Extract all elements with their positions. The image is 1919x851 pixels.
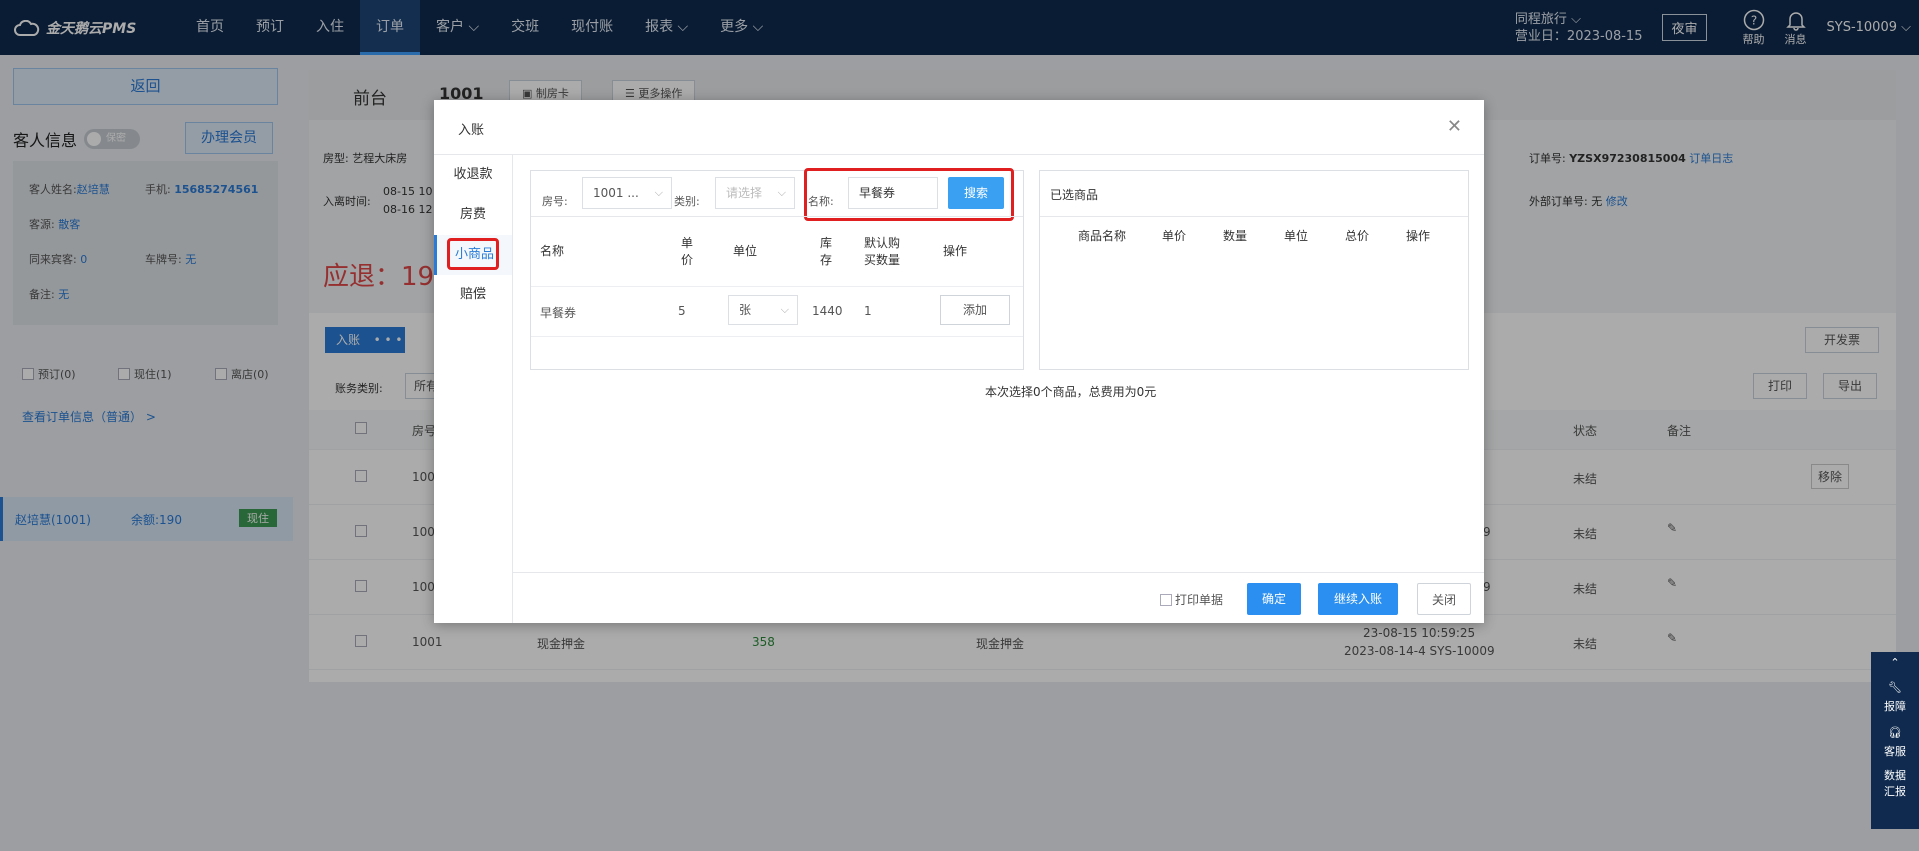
tab-room-fee[interactable]: 房费: [434, 195, 512, 235]
footer-divider: [513, 572, 1484, 573]
data-report-button[interactable]: 数据汇报: [1871, 763, 1919, 803]
selected-goods-panel: 已选商品 商品名称 单价 数量 单位 总价 操作: [1039, 170, 1469, 370]
type-filter-select[interactable]: 请选择 ⌵: [715, 177, 795, 209]
selected-goods-title: 已选商品: [1050, 188, 1099, 202]
col-unit-price-line2: 价: [680, 253, 693, 267]
sel-col-name: 商品名称: [1078, 229, 1127, 243]
room-filter-select[interactable]: 1001 ... ⌵: [582, 177, 672, 209]
side-toolbar: ⌃ 🔧︎ 报障 🎧︎ 客服 数据汇报: [1871, 652, 1919, 829]
close-icon[interactable]: ✕: [1447, 116, 1462, 137]
dialog-title: 入账: [458, 123, 485, 138]
col-default-qty-line1: 默认购: [864, 236, 901, 250]
continue-post-button[interactable]: 继续入账: [1318, 583, 1398, 615]
col-default-qty: 默认购 买数量: [864, 235, 900, 269]
sel-col-qty: 数量: [1223, 229, 1248, 243]
report-issue-label: 报障: [1884, 700, 1906, 713]
col-unit-price-line1: 单: [680, 236, 693, 250]
post-entry-dialog: 入账 ✕ 收退款 房费 小商品 赔偿 房号: 1001 ... ⌵ 类别: 请选择…: [434, 100, 1484, 623]
customer-service-button[interactable]: 🎧︎ 客服: [1871, 718, 1919, 763]
table-divider: [531, 216, 1023, 217]
data-report-label: 数据汇报: [1884, 769, 1906, 798]
room-filter-label: 房号:: [542, 195, 568, 208]
col-action: 操作: [943, 244, 968, 258]
header-divider: [531, 286, 1023, 287]
sel-col-action: 操作: [1406, 229, 1431, 243]
tab-payment[interactable]: 收退款: [434, 155, 512, 195]
print-receipt-checkbox[interactable]: [1160, 593, 1172, 606]
sel-col-total: 总价: [1345, 229, 1370, 243]
headset-icon: 🎧︎: [1888, 726, 1902, 739]
customer-service-label: 客服: [1884, 745, 1906, 758]
product-name: 早餐券: [540, 306, 577, 320]
dialog-divider: [434, 154, 1484, 155]
tab-highlight-box: [447, 238, 499, 270]
room-filter-value: 1001 ...: [593, 186, 639, 200]
search-highlight-box: [804, 168, 1014, 221]
confirm-button[interactable]: 确定: [1247, 583, 1301, 615]
selected-divider: [1040, 216, 1468, 217]
col-stock: 库存: [819, 235, 833, 269]
col-name: 名称: [540, 244, 565, 258]
scroll-top-icon[interactable]: ⌃: [1871, 652, 1919, 673]
selection-summary: 本次选择0个商品，总费用为0元: [985, 385, 1157, 399]
col-unit: 单位: [733, 244, 758, 258]
type-filter-label: 类别:: [674, 195, 700, 208]
wrench-icon: 🔧︎: [1888, 681, 1902, 694]
product-stock: 1440: [812, 304, 843, 318]
print-receipt-label: 打印单据: [1175, 593, 1224, 607]
chevron-down-icon: ⌵: [654, 186, 663, 199]
report-issue-button[interactable]: 🔧︎ 报障: [1871, 673, 1919, 718]
col-stock-line2: 存: [819, 253, 832, 267]
row-divider: [531, 336, 1023, 337]
sel-col-unit: 单位: [1284, 229, 1309, 243]
product-price: 5: [678, 304, 686, 318]
type-filter-placeholder: 请选择: [726, 186, 763, 200]
chevron-down-icon: ⌵: [777, 186, 786, 199]
close-button[interactable]: 关闭: [1417, 583, 1471, 615]
product-qty: 1: [864, 304, 872, 318]
tab-compensation[interactable]: 赔偿: [434, 275, 512, 315]
product-unit-select[interactable]: 张 ⌵: [728, 295, 798, 325]
dialog-side-tabs: 收退款 房费 小商品 赔偿: [434, 155, 513, 623]
col-unit-price: 单价: [680, 235, 694, 269]
sel-col-price: 单价: [1162, 229, 1187, 243]
print-receipt-option[interactable]: 打印单据: [1160, 591, 1223, 608]
col-stock-line1: 库: [819, 236, 832, 250]
product-unit: 张: [739, 303, 752, 317]
add-product-button[interactable]: 添加: [940, 295, 1010, 325]
chevron-down-icon: ⌵: [780, 303, 789, 316]
col-default-qty-line2: 买数量: [864, 253, 901, 267]
